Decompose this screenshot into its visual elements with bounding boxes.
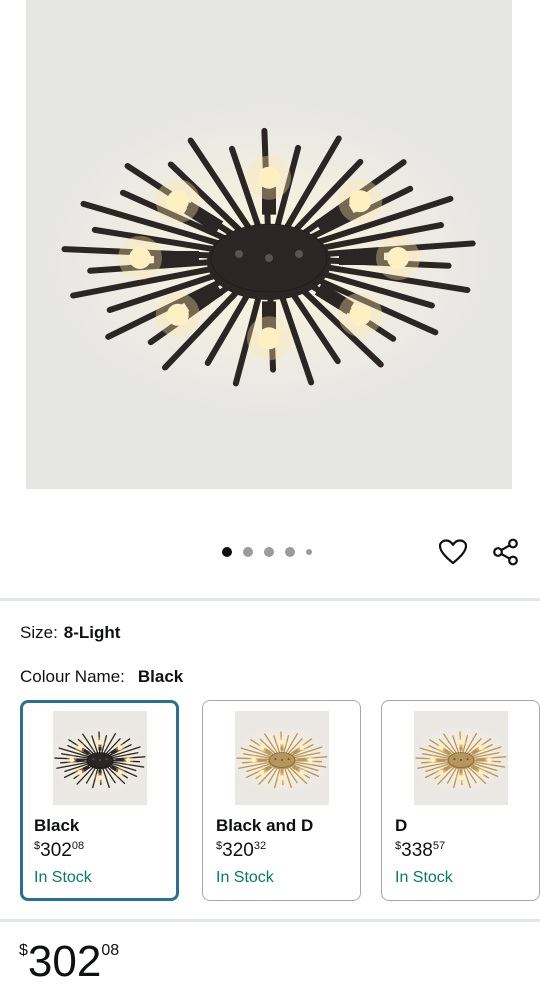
price-fraction: 32 bbox=[253, 840, 267, 852]
carousel-dot-5[interactable] bbox=[306, 549, 312, 555]
size-value: 8-Light bbox=[63, 623, 121, 642]
chandelier-thumbnail-icon bbox=[414, 724, 508, 796]
carousel-dot-4[interactable] bbox=[285, 547, 295, 557]
price-fraction: 57 bbox=[432, 840, 446, 852]
swatch-name: Black bbox=[34, 816, 80, 835]
price-whole: 302 bbox=[40, 840, 72, 861]
colour-label: Colour Name: bbox=[20, 667, 125, 686]
colour-value: Black bbox=[137, 667, 184, 686]
swatch-stock-status: In Stock bbox=[216, 869, 274, 886]
share-icon bbox=[493, 538, 518, 566]
swatch-name: Black and D bbox=[216, 816, 314, 835]
price-whole: 302 bbox=[27, 937, 102, 986]
carousel-dots bbox=[222, 547, 323, 557]
swatch-price: $33857 bbox=[395, 840, 445, 862]
swatch-price: $30208 bbox=[34, 840, 84, 862]
colour-swatch-black-and-d[interactable]: Black and D $32032 In Stock bbox=[202, 700, 361, 901]
swatch-stock-status: In Stock bbox=[34, 869, 92, 886]
price-whole: 320 bbox=[222, 840, 254, 861]
colour-selector-label: Colour Name: Black bbox=[20, 667, 183, 687]
carousel-dot-3[interactable] bbox=[264, 547, 274, 557]
heart-icon bbox=[439, 539, 467, 565]
price-fraction: 08 bbox=[101, 942, 120, 959]
colour-swatch-black[interactable]: Black $30208 In Stock bbox=[20, 700, 179, 901]
price-fraction: 08 bbox=[71, 840, 85, 852]
wishlist-button[interactable] bbox=[438, 537, 468, 567]
swatch-thumbnail bbox=[414, 711, 508, 805]
chandelier-illustration bbox=[39, 98, 499, 418]
section-divider bbox=[0, 919, 540, 922]
image-carousel-controls bbox=[0, 520, 540, 584]
chandelier-thumbnail-icon bbox=[235, 724, 329, 796]
colour-swatch-d[interactable]: D $33857 In Stock bbox=[381, 700, 540, 901]
swatch-name: D bbox=[395, 816, 408, 835]
carousel-dot-1[interactable] bbox=[222, 547, 232, 557]
product-price: $30208 bbox=[19, 940, 119, 984]
swatch-thumbnail bbox=[53, 711, 147, 805]
share-button[interactable] bbox=[491, 537, 521, 567]
swatch-price: $32032 bbox=[216, 840, 266, 862]
swatch-stock-status: In Stock bbox=[395, 869, 453, 886]
swatch-thumbnail bbox=[235, 711, 329, 805]
product-main-image[interactable] bbox=[26, 0, 512, 489]
price-currency: $ bbox=[19, 942, 28, 959]
carousel-dot-2[interactable] bbox=[243, 547, 253, 557]
price-whole: 338 bbox=[401, 840, 433, 861]
size-label: Size: bbox=[20, 623, 58, 642]
size-selector-label: Size: 8-Light bbox=[20, 623, 120, 643]
section-divider bbox=[0, 598, 540, 601]
chandelier-thumbnail-icon bbox=[53, 724, 147, 796]
